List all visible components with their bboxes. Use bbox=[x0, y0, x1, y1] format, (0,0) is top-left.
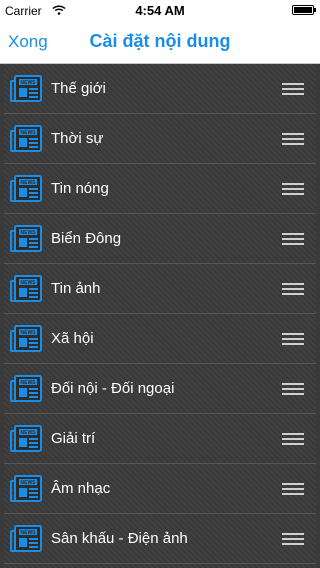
list-item[interactable]: NEWS Sân khấu - Điện ảnh bbox=[4, 514, 316, 564]
list-item[interactable]: NEWS Âm nhạc bbox=[4, 464, 316, 514]
list-item-label: Tin ảnh bbox=[51, 280, 101, 297]
news-icon: NEWS bbox=[9, 124, 43, 154]
list-item[interactable]: NEWS Giải trí bbox=[4, 414, 316, 464]
news-icon: NEWS bbox=[9, 174, 43, 204]
drag-handle-icon[interactable] bbox=[282, 82, 304, 95]
list-item-label: Thời sự bbox=[51, 130, 104, 147]
drag-handle-icon[interactable] bbox=[282, 532, 304, 545]
svg-text:NEWS: NEWS bbox=[21, 280, 37, 286]
list-item[interactable]: NEWS Thế giới bbox=[4, 64, 316, 114]
news-icon: NEWS bbox=[9, 374, 43, 404]
list-item-label: Tin nóng bbox=[51, 180, 109, 197]
drag-handle-icon[interactable] bbox=[282, 232, 304, 245]
category-list: NEWS Thế giới NEWS Thời sự NEWS Tin nóng NEWS B… bbox=[4, 64, 316, 568]
page-title: Cài đặt nội dung bbox=[89, 31, 231, 51]
news-icon: NEWS bbox=[9, 524, 43, 554]
news-icon: NEWS bbox=[9, 224, 43, 254]
svg-text:NEWS: NEWS bbox=[21, 130, 37, 136]
list-item[interactable]: NEWS Tin ảnh bbox=[4, 264, 316, 314]
list-item-label: Âm nhạc bbox=[51, 480, 111, 497]
drag-handle-icon[interactable] bbox=[282, 182, 304, 195]
navigation-bar: Xong Cài đặt nội dung bbox=[0, 20, 320, 64]
svg-text:NEWS: NEWS bbox=[21, 230, 37, 236]
svg-text:NEWS: NEWS bbox=[21, 380, 37, 386]
news-icon: NEWS bbox=[9, 324, 43, 354]
list-item-label: Thế giới bbox=[51, 80, 106, 97]
drag-handle-icon[interactable] bbox=[282, 482, 304, 495]
status-time: 4:54 AM bbox=[135, 3, 185, 18]
news-icon: NEWS bbox=[9, 424, 43, 454]
svg-text:NEWS: NEWS bbox=[21, 530, 37, 536]
drag-handle-icon[interactable] bbox=[282, 132, 304, 145]
list-item-label: Đối nội - Đối ngoại bbox=[51, 380, 175, 397]
battery-icon bbox=[292, 5, 316, 15]
news-icon: NEWS bbox=[9, 74, 43, 104]
news-icon: NEWS bbox=[9, 474, 43, 504]
list-item-label: Biển Đông bbox=[51, 230, 122, 247]
drag-handle-icon[interactable] bbox=[282, 382, 304, 395]
drag-handle-icon[interactable] bbox=[282, 332, 304, 345]
list-item[interactable]: NEWS Biển Đông bbox=[4, 214, 316, 264]
list-item[interactable]: NEWS Thời sự bbox=[4, 114, 316, 164]
list-item-label: Xã hội bbox=[51, 330, 94, 347]
status-bar: Carrier 4:54 AM bbox=[0, 0, 320, 20]
drag-handle-icon[interactable] bbox=[282, 282, 304, 295]
list-item[interactable]: NEWS Đối nội - Đối ngoại bbox=[4, 364, 316, 414]
list-item-label: Sân khấu - Điện ảnh bbox=[51, 530, 188, 547]
list-item[interactable]: NEWS Tin nóng bbox=[4, 164, 316, 214]
drag-handle-icon[interactable] bbox=[282, 432, 304, 445]
svg-text:NEWS: NEWS bbox=[21, 330, 37, 336]
svg-text:NEWS: NEWS bbox=[21, 430, 37, 436]
news-icon: NEWS bbox=[9, 274, 43, 304]
list-item[interactable]: NEWS Xã hội bbox=[4, 314, 316, 364]
svg-text:NEWS: NEWS bbox=[21, 180, 37, 186]
svg-text:NEWS: NEWS bbox=[21, 480, 37, 486]
svg-text:NEWS: NEWS bbox=[21, 80, 37, 86]
list-item-label: Giải trí bbox=[51, 430, 96, 447]
